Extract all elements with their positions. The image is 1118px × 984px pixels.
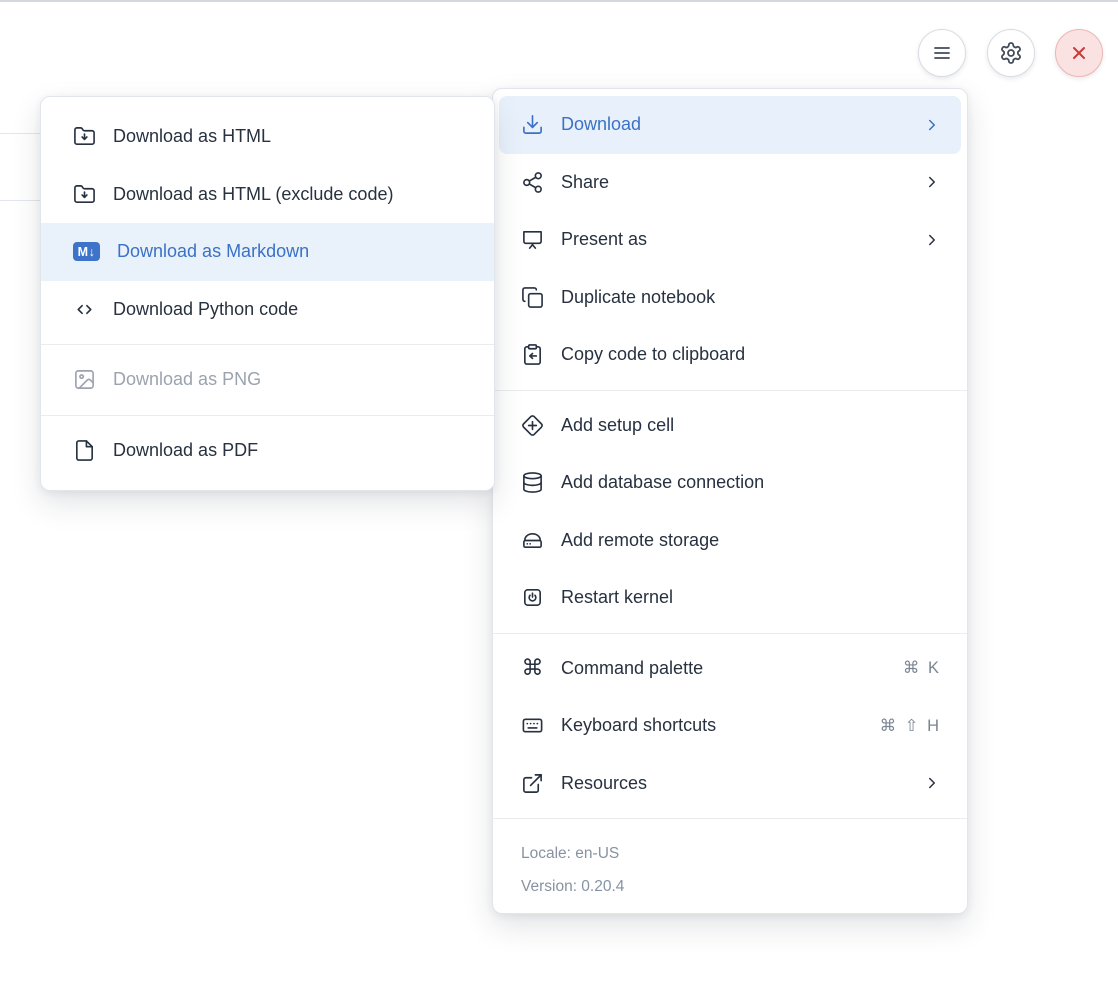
menu-button[interactable] (918, 29, 966, 77)
menu-item-command-palette[interactable]: ⌘ Command palette ⌘ K (493, 640, 967, 698)
code-icon (73, 298, 96, 321)
menu-item-label: Download as HTML (exclude code) (113, 184, 470, 205)
shortcut-label: ⌘ ⇧ H (880, 716, 941, 736)
command-icon: ⌘ (521, 657, 544, 679)
version-text: Version: 0.20.4 (493, 870, 967, 903)
hamburger-icon (930, 41, 954, 65)
duplicate-icon (521, 286, 544, 309)
menu-item-copy-code[interactable]: Copy code to clipboard (493, 326, 967, 384)
close-button[interactable] (1055, 29, 1103, 77)
menu-item-keyboard-shortcuts[interactable]: Keyboard shortcuts ⌘ ⇧ H (493, 697, 967, 755)
settings-button[interactable] (987, 29, 1035, 77)
menu-item-label: Add remote storage (561, 530, 941, 551)
menu-item-label: Download as PDF (113, 440, 470, 461)
menu-item-label: Download as HTML (113, 126, 470, 147)
chevron-right-icon (923, 231, 941, 249)
page-divider-line (0, 133, 41, 134)
menu-item-add-database-connection[interactable]: Add database connection (493, 454, 967, 512)
menu-item-label: Share (561, 172, 906, 193)
menu-separator (493, 633, 967, 634)
top-divider-line (0, 0, 1118, 2)
menu-separator (493, 818, 967, 819)
chevron-right-icon (923, 173, 941, 191)
menu-item-label: Download as PNG (113, 369, 470, 390)
locale-text: Locale: en-US (493, 837, 967, 870)
menu-separator (41, 415, 494, 416)
clipboard-copy-icon (521, 343, 544, 366)
menu-item-restart-kernel[interactable]: Restart kernel (493, 569, 967, 627)
menu-item-label: Duplicate notebook (561, 287, 941, 308)
menu-item-duplicate-notebook[interactable]: Duplicate notebook (493, 269, 967, 327)
menu-item-label: Present as (561, 229, 906, 250)
menu-item-download-as-png[interactable]: Download as PNG (41, 351, 494, 409)
download-submenu: Download as HTML Download as HTML (exclu… (40, 96, 495, 491)
markdown-icon: M↓ (73, 242, 100, 261)
share-icon (521, 171, 544, 194)
database-icon (521, 471, 544, 494)
menu-footer: Locale: en-US Version: 0.20.4 (493, 825, 967, 907)
menu-item-resources[interactable]: Resources (493, 755, 967, 813)
chevron-right-icon (923, 116, 941, 134)
menu-item-label: Add database connection (561, 472, 941, 493)
menu-item-label: Download as Markdown (117, 241, 470, 262)
menu-item-download-as-pdf[interactable]: Download as PDF (41, 422, 494, 480)
menu-item-label: Restart kernel (561, 587, 941, 608)
gear-icon (999, 41, 1023, 65)
menu-item-label: Command palette (561, 658, 886, 679)
folder-download-icon (73, 183, 96, 206)
keyboard-icon (521, 714, 544, 737)
folder-download-icon (73, 125, 96, 148)
menu-item-label: Download (561, 114, 906, 135)
menu-item-label: Copy code to clipboard (561, 344, 941, 365)
presentation-icon (521, 228, 544, 251)
menu-separator (41, 344, 494, 345)
diamond-plus-icon (521, 414, 544, 437)
notebook-context-menu: Download Share Present as Duplicate note… (492, 88, 968, 914)
menu-item-download-as-html[interactable]: Download as HTML (41, 108, 494, 166)
close-icon (1067, 41, 1091, 65)
menu-item-download-as-html-exclude-code[interactable]: Download as HTML (exclude code) (41, 166, 494, 224)
chevron-right-icon (923, 774, 941, 792)
image-icon (73, 368, 96, 391)
menu-item-share[interactable]: Share (493, 154, 967, 212)
shortcut-label: ⌘ K (903, 658, 941, 678)
menu-item-download-as-markdown[interactable]: M↓ Download as Markdown (41, 223, 494, 281)
power-icon (521, 586, 544, 609)
menu-item-label: Add setup cell (561, 415, 941, 436)
menu-item-download[interactable]: Download (499, 96, 961, 154)
menu-item-present-as[interactable]: Present as (493, 211, 967, 269)
remote-storage-icon (521, 529, 544, 552)
menu-item-add-setup-cell[interactable]: Add setup cell (493, 397, 967, 455)
menu-item-download-python-code[interactable]: Download Python code (41, 281, 494, 339)
menu-item-add-remote-storage[interactable]: Add remote storage (493, 512, 967, 570)
menu-separator (493, 390, 967, 391)
menu-item-label: Resources (561, 773, 906, 794)
download-icon (521, 113, 544, 136)
menu-item-label: Download Python code (113, 299, 470, 320)
page-divider-line (0, 200, 41, 201)
external-link-icon (521, 772, 544, 795)
file-icon (73, 439, 96, 462)
menu-item-label: Keyboard shortcuts (561, 715, 863, 736)
